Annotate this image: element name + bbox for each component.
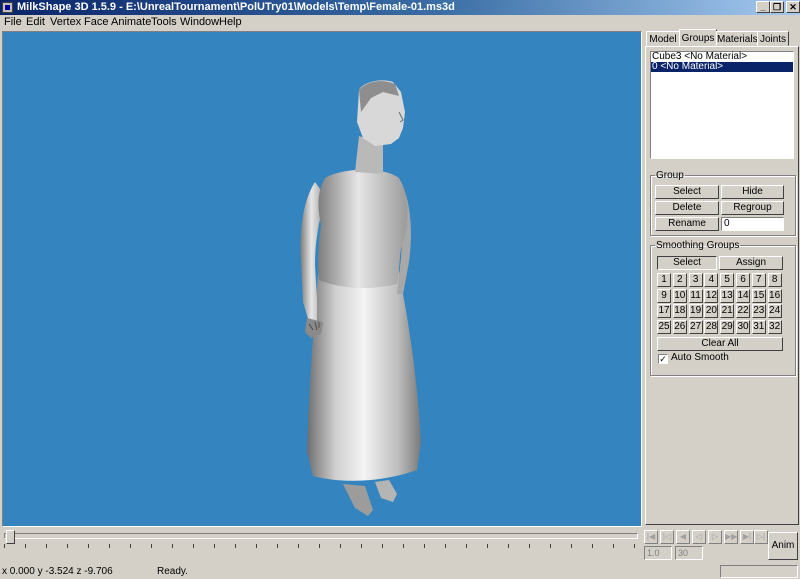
smoothing-group-2-button[interactable]: 2 bbox=[672, 273, 687, 287]
smoothing-group-17-button[interactable]: 17 bbox=[657, 304, 671, 318]
smoothing-group-32-button[interactable]: 32 bbox=[767, 319, 782, 334]
current-frame-field[interactable]: 1.0 bbox=[644, 546, 672, 560]
app-icon bbox=[2, 2, 13, 13]
menu-tools[interactable]: Tools bbox=[151, 15, 177, 30]
side-panel: Model Groups Materials Joints Cube3 <No … bbox=[644, 29, 800, 527]
smoothing-group-16-button[interactable]: 16 bbox=[767, 288, 782, 303]
group-box-title: Group bbox=[656, 170, 684, 181]
female-model-render bbox=[300, 80, 421, 516]
tab-groups[interactable]: Groups bbox=[679, 29, 717, 46]
status-bar: x 0.000 y -3.524 z -9.706 Ready. bbox=[0, 564, 800, 579]
coordinates-readout: x 0.000 y -3.524 z -9.706 bbox=[2, 566, 113, 577]
menu-file[interactable]: File bbox=[4, 15, 22, 30]
smoothing-groups-title: Smoothing Groups bbox=[656, 240, 740, 251]
auto-smooth-label: Auto Smooth bbox=[671, 352, 729, 363]
smoothing-group-27-button[interactable]: 27 bbox=[688, 319, 703, 334]
minimize-button[interactable]: _ bbox=[756, 1, 770, 13]
smoothing-group-4-button[interactable]: 4 bbox=[704, 273, 719, 287]
smoothing-group-12-button[interactable]: 12 bbox=[704, 288, 719, 303]
next-key-button[interactable]: ▷| bbox=[754, 530, 768, 544]
rename-field[interactable]: 0 bbox=[721, 217, 784, 231]
play-back-button[interactable]: ◀ bbox=[676, 530, 690, 544]
play-forward-button[interactable]: ▶▶ bbox=[724, 530, 738, 544]
smoothing-group-5-button[interactable]: 5 bbox=[720, 273, 735, 287]
smoothing-group-1-button[interactable]: 1 bbox=[657, 273, 671, 287]
close-button[interactable]: ✕ bbox=[786, 1, 800, 13]
menu-vertex[interactable]: Vertex bbox=[50, 15, 81, 30]
group-rename-button[interactable]: Rename bbox=[655, 217, 719, 231]
anim-button[interactable]: Anim bbox=[768, 532, 798, 560]
smoothing-group-26-button[interactable]: 26 bbox=[672, 319, 687, 334]
menu-help[interactable]: Help bbox=[219, 15, 242, 30]
status-pane bbox=[720, 565, 798, 578]
last-frame-button[interactable]: ▶| bbox=[740, 530, 754, 544]
menu-bar: File Edit Vertex Face Animate Tools Wind… bbox=[0, 15, 800, 30]
smoothing-group-30-button[interactable]: 30 bbox=[736, 319, 750, 334]
smoothing-group-6-button[interactable]: 6 bbox=[736, 273, 750, 287]
smoothing-group-11-button[interactable]: 11 bbox=[688, 288, 703, 303]
first-frame-button[interactable]: |◀ bbox=[644, 530, 658, 544]
timeline-slider-thumb[interactable] bbox=[6, 530, 15, 544]
smoothing-group-3-button[interactable]: 3 bbox=[688, 273, 703, 287]
menu-edit[interactable]: Edit bbox=[26, 15, 45, 30]
smoothing-group-15-button[interactable]: 15 bbox=[751, 288, 766, 303]
groups-list[interactable]: Cube3 <No Material> 0 <No Material> bbox=[650, 51, 794, 159]
list-item-selected[interactable]: 0 <No Material> bbox=[651, 62, 793, 72]
menu-face[interactable]: Face bbox=[84, 15, 108, 30]
smoothing-select-button[interactable]: Select bbox=[657, 256, 717, 270]
timeline-track[interactable] bbox=[4, 533, 638, 539]
tab-joints[interactable]: Joints bbox=[757, 31, 789, 46]
group-hide-button[interactable]: Hide bbox=[721, 185, 784, 199]
status-message: Ready. bbox=[157, 566, 188, 577]
smoothing-group-13-button[interactable]: 13 bbox=[720, 288, 735, 303]
timeline-bar: |◀ |◁ ◀ ◁ ▷ ▶▶ ▶| ▷| 1.0 30 Anim bbox=[0, 528, 800, 564]
smoothing-group-18-button[interactable]: 18 bbox=[672, 304, 687, 318]
groups-tab-page: Cube3 <No Material> 0 <No Material> Grou… bbox=[645, 46, 799, 525]
smoothing-group-31-button[interactable]: 31 bbox=[751, 319, 766, 334]
menu-window[interactable]: Window bbox=[180, 15, 219, 30]
smoothing-group-23-button[interactable]: 23 bbox=[751, 304, 766, 318]
smoothing-group-8-button[interactable]: 8 bbox=[767, 273, 782, 287]
smoothing-group-10-button[interactable]: 10 bbox=[672, 288, 687, 303]
smoothing-group-14-button[interactable]: 14 bbox=[736, 288, 750, 303]
window-title: MilkShape 3D 1.5.9 - E:\UnrealTournament… bbox=[17, 1, 455, 13]
smoothing-group-22-button[interactable]: 22 bbox=[736, 304, 750, 318]
smoothing-group-28-button[interactable]: 28 bbox=[704, 319, 719, 334]
timeline-ticks bbox=[4, 544, 638, 548]
smoothing-group-21-button[interactable]: 21 bbox=[720, 304, 735, 318]
smoothing-group-7-button[interactable]: 7 bbox=[751, 273, 766, 287]
smoothing-assign-button[interactable]: Assign bbox=[719, 256, 783, 270]
tab-materials[interactable]: Materials bbox=[716, 31, 758, 46]
3d-viewport[interactable] bbox=[2, 31, 642, 527]
group-delete-button[interactable]: Delete bbox=[655, 201, 719, 215]
smoothing-group-19-button[interactable]: 19 bbox=[688, 304, 703, 318]
smoothing-group-20-button[interactable]: 20 bbox=[704, 304, 719, 318]
total-frames-field[interactable]: 30 bbox=[675, 546, 703, 560]
tab-model[interactable]: Model bbox=[646, 31, 680, 46]
prev-key-button[interactable]: |◁ bbox=[660, 530, 674, 544]
smoothing-group-25-button[interactable]: 25 bbox=[657, 319, 671, 334]
group-select-button[interactable]: Select bbox=[655, 185, 719, 199]
group-regroup-button[interactable]: Regroup bbox=[721, 201, 784, 215]
smoothing-group-29-button[interactable]: 29 bbox=[720, 319, 735, 334]
smoothing-group-24-button[interactable]: 24 bbox=[767, 304, 782, 318]
auto-smooth-checkbox[interactable]: ✓ bbox=[658, 354, 668, 364]
step-back-button[interactable]: ◁ bbox=[692, 530, 706, 544]
menu-animate[interactable]: Animate bbox=[111, 15, 151, 30]
title-bar: MilkShape 3D 1.5.9 - E:\UnrealTournament… bbox=[0, 0, 800, 15]
smoothing-group-9-button[interactable]: 9 bbox=[657, 288, 671, 303]
step-forward-button[interactable]: ▷ bbox=[708, 530, 722, 544]
clear-all-button[interactable]: Clear All bbox=[657, 337, 783, 351]
restore-button[interactable]: ❐ bbox=[770, 1, 784, 13]
